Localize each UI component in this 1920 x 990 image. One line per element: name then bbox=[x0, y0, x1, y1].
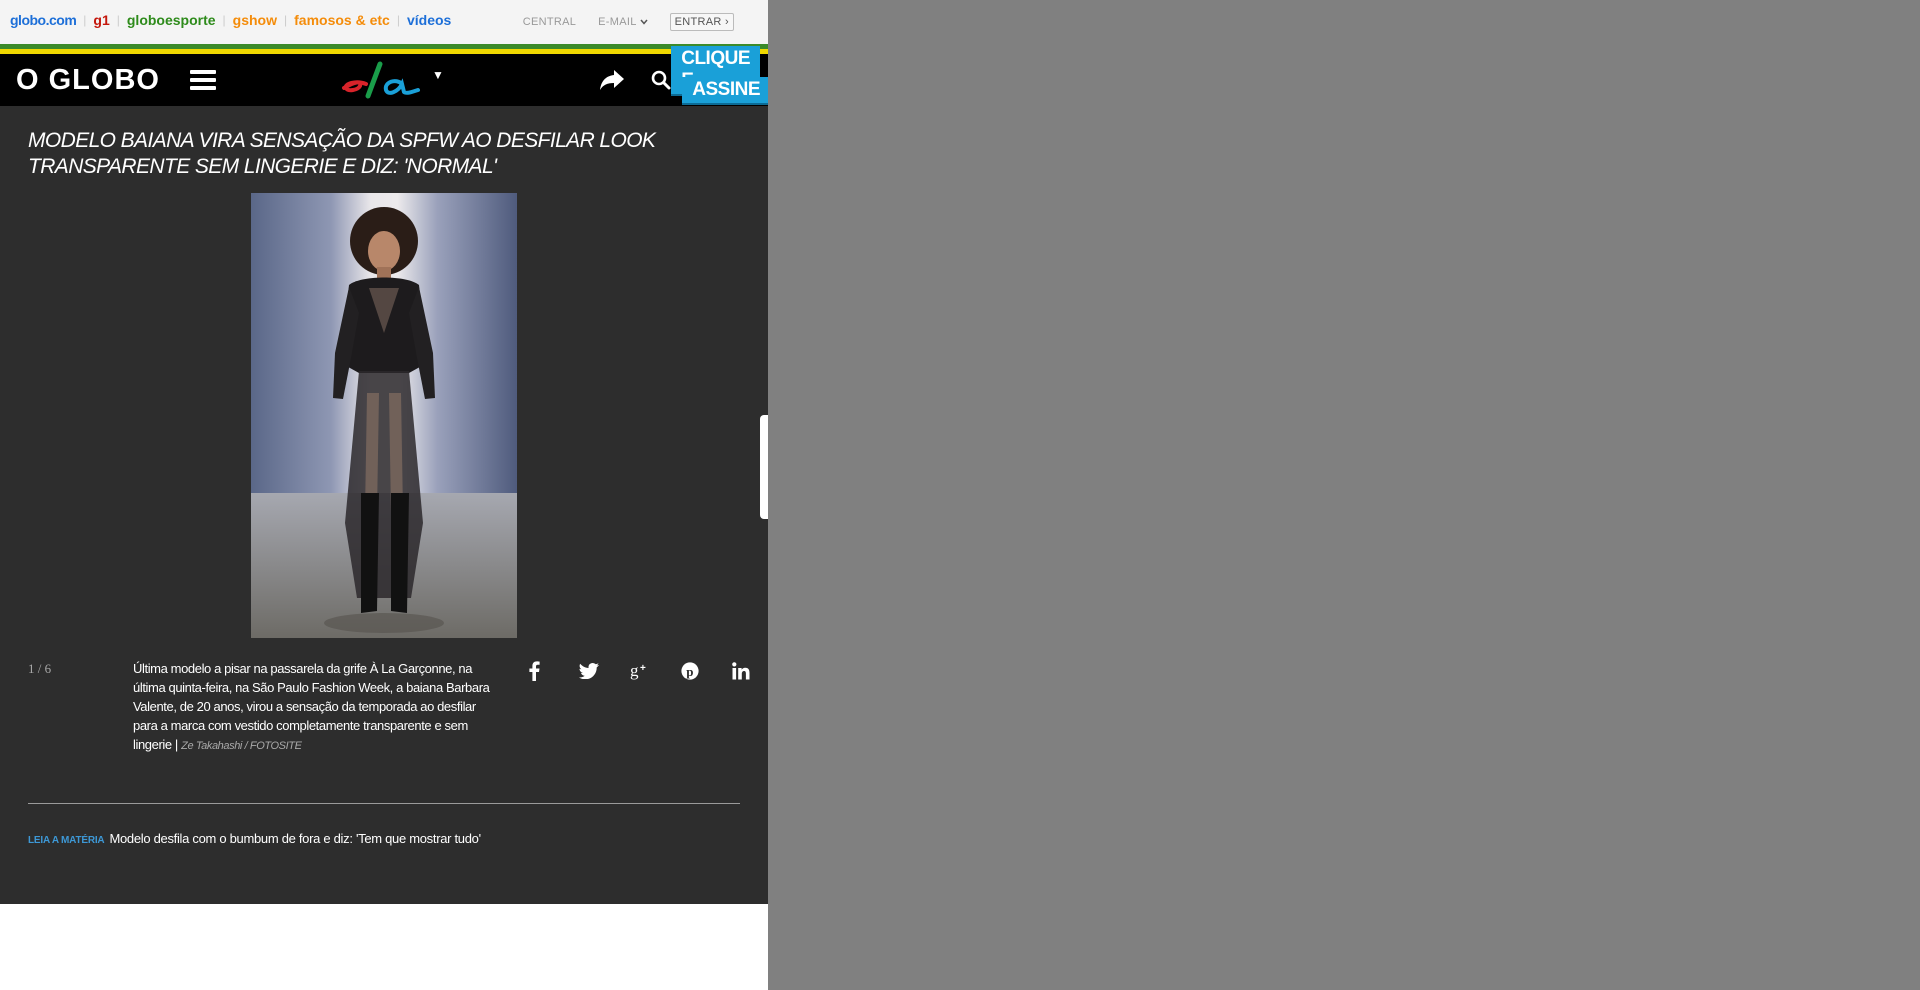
linkedin-icon[interactable] bbox=[732, 658, 768, 684]
hamburger-menu-icon[interactable] bbox=[190, 70, 216, 92]
gallery-title: MODELO BAIANA VIRA SENSAÇÃO DA SPFW AO D… bbox=[28, 129, 656, 178]
subscribe-line2: ASSINE bbox=[682, 77, 768, 105]
separator: | bbox=[83, 13, 87, 27]
next-photo-handle[interactable] bbox=[760, 415, 768, 519]
photo-caption: Última modelo a pisar na passarela da gr… bbox=[133, 659, 493, 756]
o-globo-logo[interactable]: O GLOBO bbox=[16, 64, 160, 97]
site-link-gshow[interactable]: gshow bbox=[233, 12, 277, 28]
central-link[interactable]: CENTRAL bbox=[523, 16, 576, 28]
site-header: O GLOBO ▼ bbox=[0, 54, 768, 106]
separator: | bbox=[222, 13, 226, 27]
site-link-famosos[interactable]: famosos & etc bbox=[294, 12, 390, 28]
share-buttons: g + p bbox=[528, 658, 768, 684]
pinterest-icon[interactable]: p bbox=[681, 658, 732, 684]
site-links: globo.com | g1 | globoesporte | gshow | … bbox=[10, 12, 451, 28]
chevron-down-icon bbox=[640, 17, 648, 27]
separator: | bbox=[396, 13, 400, 27]
separator: | bbox=[284, 13, 288, 27]
page: globo.com | g1 | globoesporte | gshow | … bbox=[0, 0, 768, 990]
svg-text:p: p bbox=[686, 664, 693, 679]
read-article-label: LEIA A MATÉRIA bbox=[28, 835, 105, 846]
site-link-g1[interactable]: g1 bbox=[93, 12, 109, 28]
site-link-globo[interactable]: globo.com bbox=[10, 12, 77, 28]
svg-text:+: + bbox=[640, 663, 646, 674]
section-caret-icon[interactable]: ▼ bbox=[432, 68, 444, 82]
site-link-globoesporte[interactable]: globoesporte bbox=[127, 12, 216, 28]
email-label: E-MAIL bbox=[598, 16, 637, 28]
gallery-photo[interactable] bbox=[251, 193, 517, 638]
read-article-title: Modelo desfila com o bumbum de fora e di… bbox=[109, 831, 481, 846]
svg-text:g: g bbox=[630, 661, 639, 680]
login-button[interactable]: ENTRAR › bbox=[669, 13, 734, 31]
share-icon[interactable] bbox=[598, 68, 626, 92]
account-links: CENTRAL E-MAIL ENTRAR › bbox=[523, 13, 756, 31]
google-plus-icon[interactable]: g + bbox=[630, 658, 681, 684]
site-link-videos[interactable]: vídeos bbox=[407, 12, 451, 28]
facebook-icon[interactable] bbox=[528, 658, 579, 684]
email-dropdown[interactable]: E-MAIL bbox=[598, 16, 648, 28]
read-article-link[interactable]: LEIA A MATÉRIA Modelo desfila com o bumb… bbox=[28, 831, 481, 846]
globo-topbar: globo.com | g1 | globoesporte | gshow | … bbox=[0, 0, 768, 44]
ela-logo[interactable] bbox=[340, 60, 424, 100]
gallery-divider bbox=[28, 803, 740, 804]
photo-credit: Ze Takahashi / FOTOSITE bbox=[181, 740, 302, 752]
search-icon[interactable] bbox=[650, 69, 672, 91]
subscribe-button[interactable]: CLIQUE E ASSINE bbox=[671, 46, 768, 110]
separator: | bbox=[116, 13, 120, 27]
photo-counter: 1 / 6 bbox=[28, 661, 52, 676]
twitter-icon[interactable] bbox=[579, 658, 630, 684]
photo-gallery: MODELO BAIANA VIRA SENSAÇÃO DA SPFW AO D… bbox=[0, 106, 768, 904]
caption-text: Última modelo a pisar na passarela da gr… bbox=[133, 661, 490, 752]
